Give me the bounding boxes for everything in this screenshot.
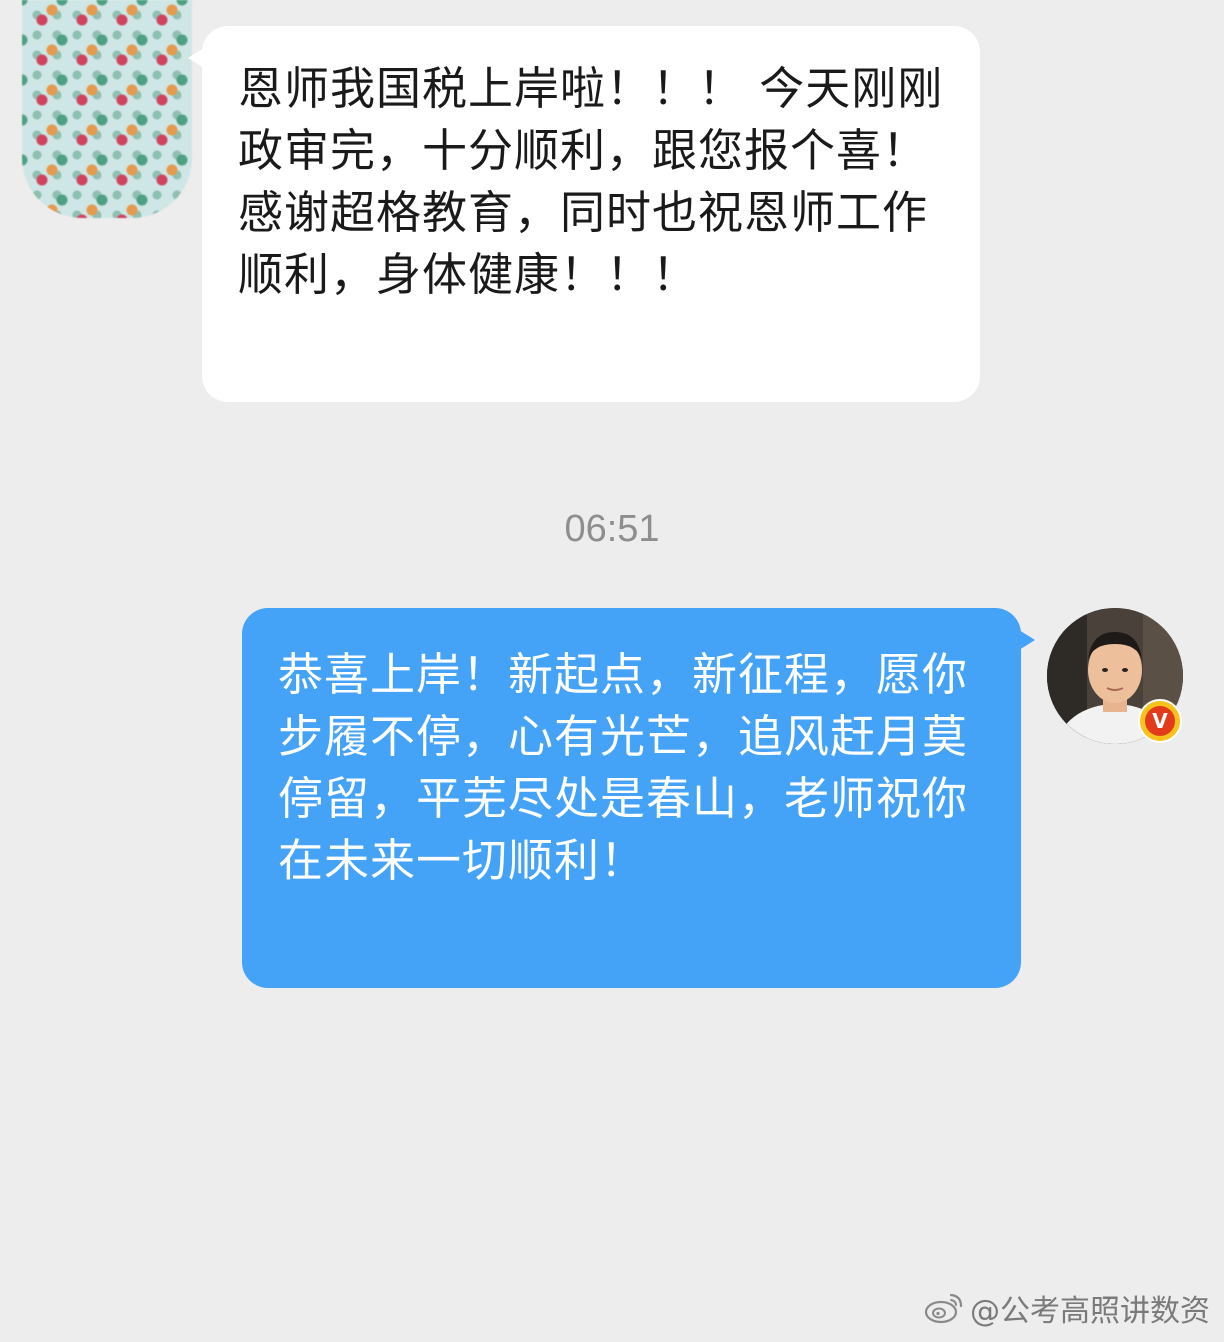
outgoing-message-text: 恭喜上岸！新起点，新征程，愿你步履不停，心有光芒，追风赶月莫停留，平芜尽处是春山…	[278, 648, 969, 887]
weibo-icon	[924, 1293, 963, 1324]
verified-badge-icon: V	[1138, 699, 1182, 743]
message-timestamp: 06:51	[564, 508, 660, 550]
outgoing-message-bubble[interactable]: 恭喜上岸！新起点，新征程，愿你步履不停，心有光芒，追风赶月莫停留，平芜尽处是春山…	[242, 608, 1035, 988]
incoming-message-bubble[interactable]: 恩师我国税上岸啦！！！ 今天刚刚政审完，十分顺利，跟您报个喜！感谢超格教育，同时…	[188, 26, 980, 402]
watermark-text: @公考高照讲数资	[970, 1294, 1210, 1329]
incoming-message-text: 恩师我国税上岸啦！！！ 今天刚刚政审完，十分顺利，跟您报个喜！感谢超格教育，同时…	[238, 62, 944, 301]
verified-badge-label: V	[1145, 706, 1175, 736]
incoming-avatar[interactable]	[22, 0, 192, 218]
watermark: @公考高照讲数资	[924, 1286, 1210, 1330]
